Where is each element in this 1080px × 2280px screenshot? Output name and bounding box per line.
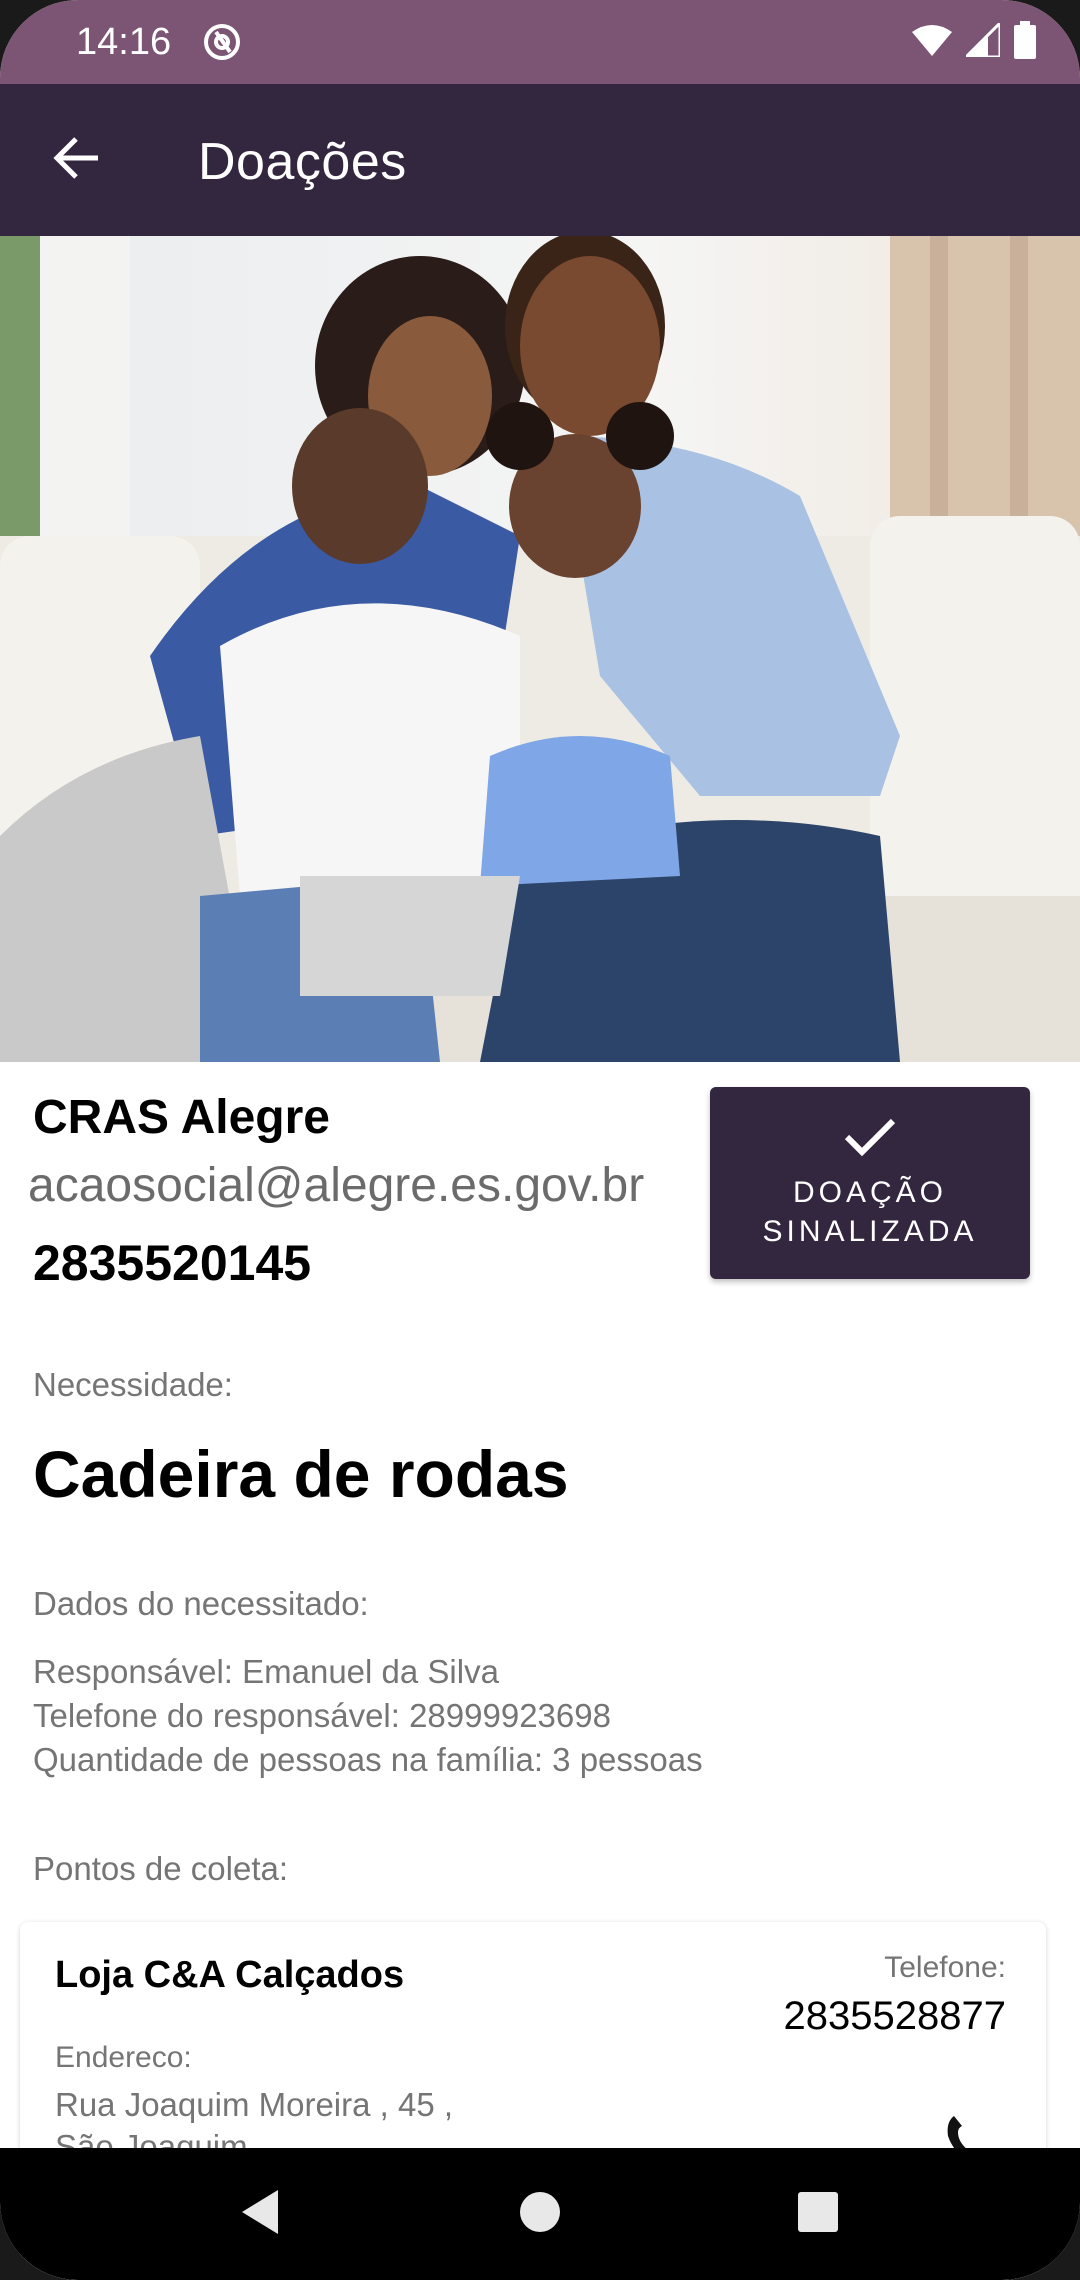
system-navigation-bar (0, 2148, 1080, 2280)
cellular-signal-icon (962, 18, 1002, 62)
arrow-back-icon (52, 136, 100, 185)
collection-points-label: Pontos de coleta: (33, 1850, 289, 1887)
need-label: Necessidade: (33, 1366, 233, 1403)
collection-point-address-line: Rua Joaquim Moreira , 45 , (55, 2086, 454, 2123)
donation-signaled-button[interactable]: DOAÇÃO SINALIZADA (710, 1087, 1030, 1279)
nav-home-button[interactable] (512, 2186, 568, 2242)
donation-signaled-label: DOAÇÃO SINALIZADA (762, 1176, 978, 1248)
status-bar: 14:16 (0, 0, 1080, 84)
nav-back-button[interactable] (232, 2186, 288, 2242)
at-sign-icon (202, 20, 242, 64)
collection-point-phone[interactable]: 2835528877 (784, 1992, 1006, 2040)
beneficiary-phone: Telefone do responsável: 28999923698 (33, 1697, 611, 1734)
battery-icon (1014, 20, 1036, 64)
check-icon (842, 1115, 898, 1159)
collection-point-name: Loja C&A Calçados (55, 1954, 405, 1996)
organization-phone[interactable]: 2835520145 (33, 1234, 311, 1292)
back-button[interactable] (38, 122, 114, 198)
beneficiary-label: Dados do necessitado: (33, 1585, 369, 1622)
phone-screen: 14:16 Doações CRAS Alegre acaosocial@ale… (0, 0, 1080, 2280)
app-bar: Doações (0, 84, 1080, 236)
collection-point-phone-label: Telefone: (884, 1951, 1006, 1984)
nav-recents-button[interactable] (790, 2186, 846, 2242)
organization-email[interactable]: acaosocial@alegre.es.gov.br (28, 1158, 644, 1214)
back-triangle-icon (238, 2188, 282, 2241)
home-circle-icon (518, 2190, 562, 2239)
status-icons (912, 18, 1036, 64)
need-value: Cadeira de rodas (33, 1437, 569, 1511)
recents-square-icon (797, 2191, 839, 2238)
organization-name: CRAS Alegre (33, 1091, 330, 1144)
beneficiary-family-size: Quantidade de pessoas na família: 3 pess… (33, 1741, 703, 1778)
wifi-icon (912, 24, 952, 61)
family-photo (0, 236, 1080, 1062)
collection-point-address-label: Endereco: (55, 2041, 192, 2074)
status-time: 14:16 (76, 21, 172, 63)
page-title: Doações (198, 133, 407, 191)
beneficiary-responsible: Responsável: Emanuel da Silva (33, 1653, 499, 1690)
